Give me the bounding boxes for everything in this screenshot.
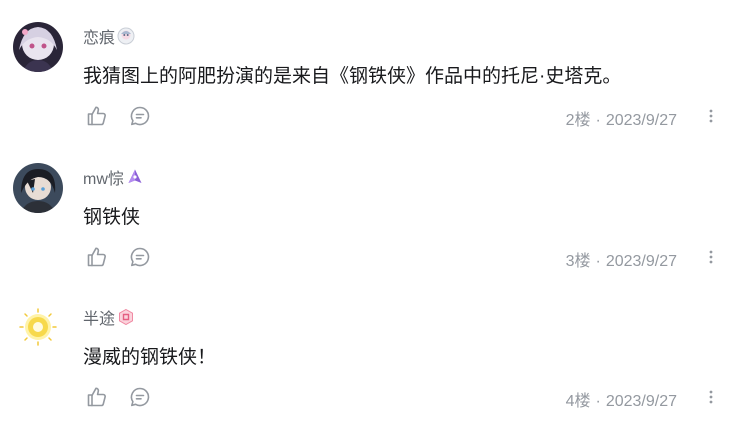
avatar[interactable] — [13, 303, 63, 353]
comment-date: 2023/9/27 — [605, 112, 677, 129]
anime-badge-icon — [117, 27, 135, 45]
meta-separator: · — [595, 393, 601, 410]
username-row: 半途 — [83, 306, 135, 328]
avatar[interactable] — [13, 22, 63, 72]
comment-date: 2023/9/27 — [605, 253, 677, 270]
purple-gem-badge-icon — [126, 168, 144, 186]
anime-girl-avatar-icon — [13, 22, 63, 72]
more-vertical-icon[interactable] — [703, 385, 719, 409]
username[interactable]: 恋痕 — [83, 24, 115, 48]
more-vertical-icon[interactable] — [703, 245, 719, 269]
pink-hexagon-badge-icon — [117, 308, 135, 326]
thumbs-up-icon[interactable] — [85, 385, 109, 409]
comment-actions: 3楼 · 2023/9/27 — [83, 245, 733, 271]
comment-date: 2023/9/27 — [605, 393, 677, 410]
thumbs-up-icon[interactable] — [85, 245, 109, 269]
reply-bubble-icon[interactable] — [128, 245, 152, 269]
floor-number: 2楼 — [565, 112, 591, 129]
comment-text: 我猜图上的阿肥扮演的是来自《钢铁侠》作品中的托尼·史塔克。 — [83, 66, 622, 87]
username[interactable]: 半途 — [83, 305, 115, 329]
comment-actions: 2楼 · 2023/9/27 — [83, 104, 733, 130]
comment-text: 钢铁侠 — [83, 207, 141, 228]
comment-actions: 4楼 · 2023/9/27 — [83, 385, 733, 411]
avatar[interactable] — [13, 163, 63, 213]
floor-number: 4楼 — [565, 393, 591, 410]
comment-meta: 3楼 · 2023/9/27 — [566, 247, 677, 271]
thumbs-up-icon[interactable] — [85, 104, 109, 128]
meta-separator: · — [595, 253, 601, 270]
dark-hair-character-avatar-icon — [13, 163, 63, 213]
username[interactable]: mw悰 — [83, 165, 124, 189]
comment-text: 漫威的钢铁侠！ — [83, 347, 217, 368]
comment-meta: 4楼 · 2023/9/27 — [566, 387, 677, 411]
reply-bubble-icon[interactable] — [128, 104, 152, 128]
meta-separator: · — [595, 112, 601, 129]
floor-number: 3楼 — [565, 253, 591, 270]
username-row: 恋痕 — [83, 25, 135, 47]
reply-bubble-icon[interactable] — [128, 385, 152, 409]
more-vertical-icon[interactable] — [703, 104, 719, 128]
comment-meta: 2楼 · 2023/9/27 — [566, 106, 677, 130]
username-row: mw悰 — [83, 166, 144, 188]
yellow-light-avatar-icon — [13, 303, 63, 353]
